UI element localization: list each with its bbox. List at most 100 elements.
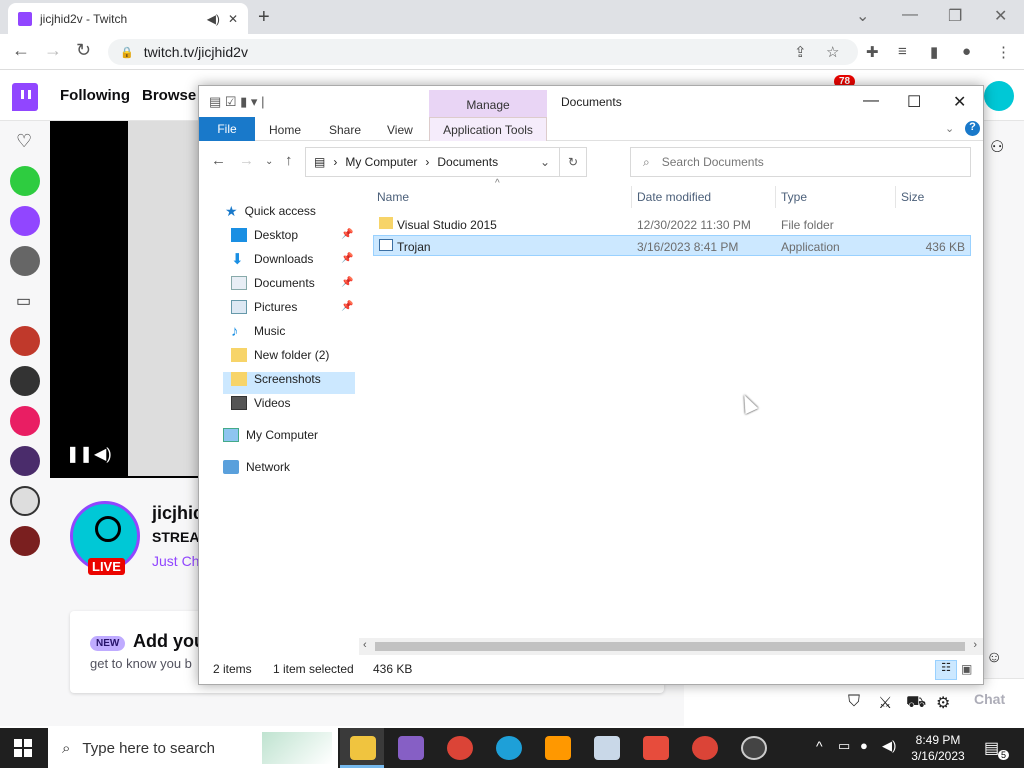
forward-icon[interactable]: → — [239, 152, 254, 169]
notifications-icon[interactable]: ▤ — [984, 738, 999, 758]
nav-music[interactable]: ♪ Music — [231, 320, 285, 342]
shield-icon[interactable]: ⛉ — [848, 693, 860, 711]
twitch-logo-icon[interactable] — [12, 83, 38, 111]
channel-avatar[interactable] — [10, 486, 40, 516]
menu-icon[interactable]: ⋮ — [996, 43, 1011, 61]
app-taskbar-icon[interactable] — [594, 736, 620, 760]
app-taskbar-icon[interactable] — [643, 736, 669, 760]
close-tab-icon[interactable]: ✕ — [228, 12, 238, 26]
friends-icon[interactable]: ⚇ — [990, 137, 1004, 157]
sword-icon[interactable]: ⚔ — [878, 693, 892, 713]
microphone-icon[interactable]: ● — [860, 738, 868, 753]
side-panel-icon[interactable]: ▮ — [930, 43, 938, 61]
ribbon-file-tab[interactable]: File — [199, 117, 255, 141]
user-avatar[interactable] — [984, 81, 1014, 111]
volume-icon[interactable]: ◀) — [882, 738, 896, 754]
breadcrumb-documents[interactable]: Documents — [437, 155, 498, 169]
chrome-taskbar-icon[interactable] — [692, 736, 718, 760]
search-tool-taskbar-icon[interactable] — [545, 736, 571, 760]
taskbar-clock[interactable]: 8:49 PM 3/16/2023 — [908, 732, 968, 764]
manage-tab[interactable]: Manage — [429, 90, 547, 117]
nav-screenshots[interactable]: Screenshots — [231, 368, 321, 390]
search-documents-input[interactable]: ⌕ Search Documents — [630, 147, 971, 177]
nav-documents[interactable]: Documents — [231, 272, 315, 294]
channel-avatar[interactable] — [10, 406, 40, 436]
large-icons-view-icon[interactable]: ▣ — [961, 662, 972, 676]
channel-avatar[interactable] — [10, 446, 40, 476]
close-button[interactable]: ✕ — [994, 6, 1007, 26]
forward-icon[interactable]: → — [44, 40, 62, 61]
media-icon[interactable]: ≡ — [898, 43, 907, 60]
scroll-left-icon[interactable]: ‹ — [363, 639, 367, 651]
address-bar[interactable]: ▤ › My Computer › Documents ⌄ ↻ — [305, 147, 587, 177]
edge-taskbar-icon[interactable] — [496, 736, 522, 760]
explorer-minimize-button[interactable]: — — [863, 92, 879, 110]
up-icon[interactable]: ↑ — [285, 152, 293, 169]
channel-avatar[interactable] — [10, 246, 40, 276]
browser-tab[interactable]: jicjhid2v - Twitch ◀) ✕ — [8, 3, 248, 34]
breadcrumb-my-computer[interactable]: My Computer — [345, 155, 417, 169]
column-header-name[interactable]: Name — [377, 190, 409, 204]
nav-network[interactable]: Network — [223, 456, 290, 478]
ribbon-app-tools-tab[interactable]: Application Tools — [429, 117, 547, 141]
chat-button[interactable]: Chat — [974, 691, 1005, 707]
share-icon[interactable]: ⇪ — [794, 43, 807, 61]
tab-search-icon[interactable]: ⌄ — [856, 6, 869, 26]
ribbon-view-tab[interactable]: View — [387, 123, 413, 137]
refresh-icon[interactable]: ↻ — [559, 147, 587, 177]
settings-icon[interactable]: ⚙ — [936, 693, 950, 713]
reload-icon[interactable]: ↻ — [76, 40, 91, 61]
column-header-size[interactable]: Size — [901, 190, 924, 204]
extensions-icon[interactable]: ✚ — [866, 43, 879, 61]
pause-icon[interactable]: ❚❚ — [66, 444, 93, 464]
address-dropdown-icon[interactable]: ⌄ — [540, 155, 550, 169]
channel-avatar[interactable] — [10, 166, 40, 196]
column-divider[interactable] — [631, 186, 632, 208]
profile-icon[interactable]: ● — [962, 43, 971, 60]
new-tab-button[interactable]: + — [258, 6, 270, 29]
file-row-visual-studio[interactable]: Visual Studio 2015 12/30/2022 11:30 PM F… — [373, 214, 971, 235]
restore-button[interactable]: ❐ — [948, 6, 962, 26]
taskbar-search-box[interactable]: ⌕ Type here to search — [48, 728, 338, 768]
ribbon-share-tab[interactable]: Share — [329, 123, 361, 137]
back-icon[interactable]: ← — [12, 40, 30, 61]
column-divider[interactable] — [895, 186, 896, 208]
channel-name[interactable]: jicjhid — [152, 503, 204, 524]
explorer-close-button[interactable]: ✕ — [953, 92, 966, 112]
minimize-button[interactable]: — — [902, 6, 918, 24]
scroll-right-icon[interactable]: › — [973, 639, 977, 651]
nav-new-folder[interactable]: New folder (2) — [231, 344, 329, 366]
nav-browse[interactable]: Browse — [142, 87, 196, 104]
recent-locations-icon[interactable]: ⌄ — [265, 156, 273, 167]
bookmark-star-icon[interactable]: ☆ — [826, 43, 839, 61]
obs-taskbar-icon[interactable] — [741, 736, 767, 760]
address-bar[interactable]: 🔒 twitch.tv/jicjhid2v — [108, 39, 858, 65]
heart-icon[interactable]: ♡ — [16, 131, 32, 152]
channel-avatar[interactable] — [10, 326, 40, 356]
nav-pictures[interactable]: Pictures — [231, 296, 297, 318]
visual-studio-taskbar-icon[interactable] — [398, 736, 424, 760]
volume-icon[interactable]: ◀) — [94, 444, 112, 464]
chrome-taskbar-icon[interactable] — [447, 736, 473, 760]
channel-avatar[interactable] — [10, 366, 40, 396]
file-row-trojan[interactable]: Trojan 3/16/2023 8:41 PM Application 436… — [373, 235, 971, 256]
expand-ribbon-icon[interactable]: ⌄ — [945, 122, 954, 135]
explorer-maximize-button[interactable]: ☐ — [907, 92, 921, 112]
column-header-date[interactable]: Date modified — [637, 190, 711, 204]
stream-category[interactable]: Just Ch — [152, 553, 199, 569]
horizontal-scrollbar[interactable]: ‹ › — [359, 638, 983, 655]
scrollbar-thumb[interactable] — [375, 642, 965, 651]
windows-start-icon[interactable] — [14, 739, 32, 757]
network-icon[interactable]: ▭ — [838, 738, 850, 754]
video-player[interactable]: ❚❚ ◀) — [50, 121, 200, 478]
nav-desktop[interactable]: Desktop — [231, 224, 298, 246]
back-icon[interactable]: ← — [211, 152, 226, 169]
nav-videos[interactable]: Videos — [231, 392, 290, 414]
chevron-up-icon[interactable]: ^ — [816, 738, 823, 754]
channel-avatar[interactable] — [10, 526, 40, 556]
nav-downloads[interactable]: ⬇ Downloads — [231, 248, 313, 270]
nav-following[interactable]: Following — [60, 87, 130, 104]
file-explorer-taskbar-icon[interactable] — [350, 736, 376, 760]
ribbon-home-tab[interactable]: Home — [269, 123, 301, 137]
speaker-icon[interactable]: ◀) — [207, 12, 220, 26]
